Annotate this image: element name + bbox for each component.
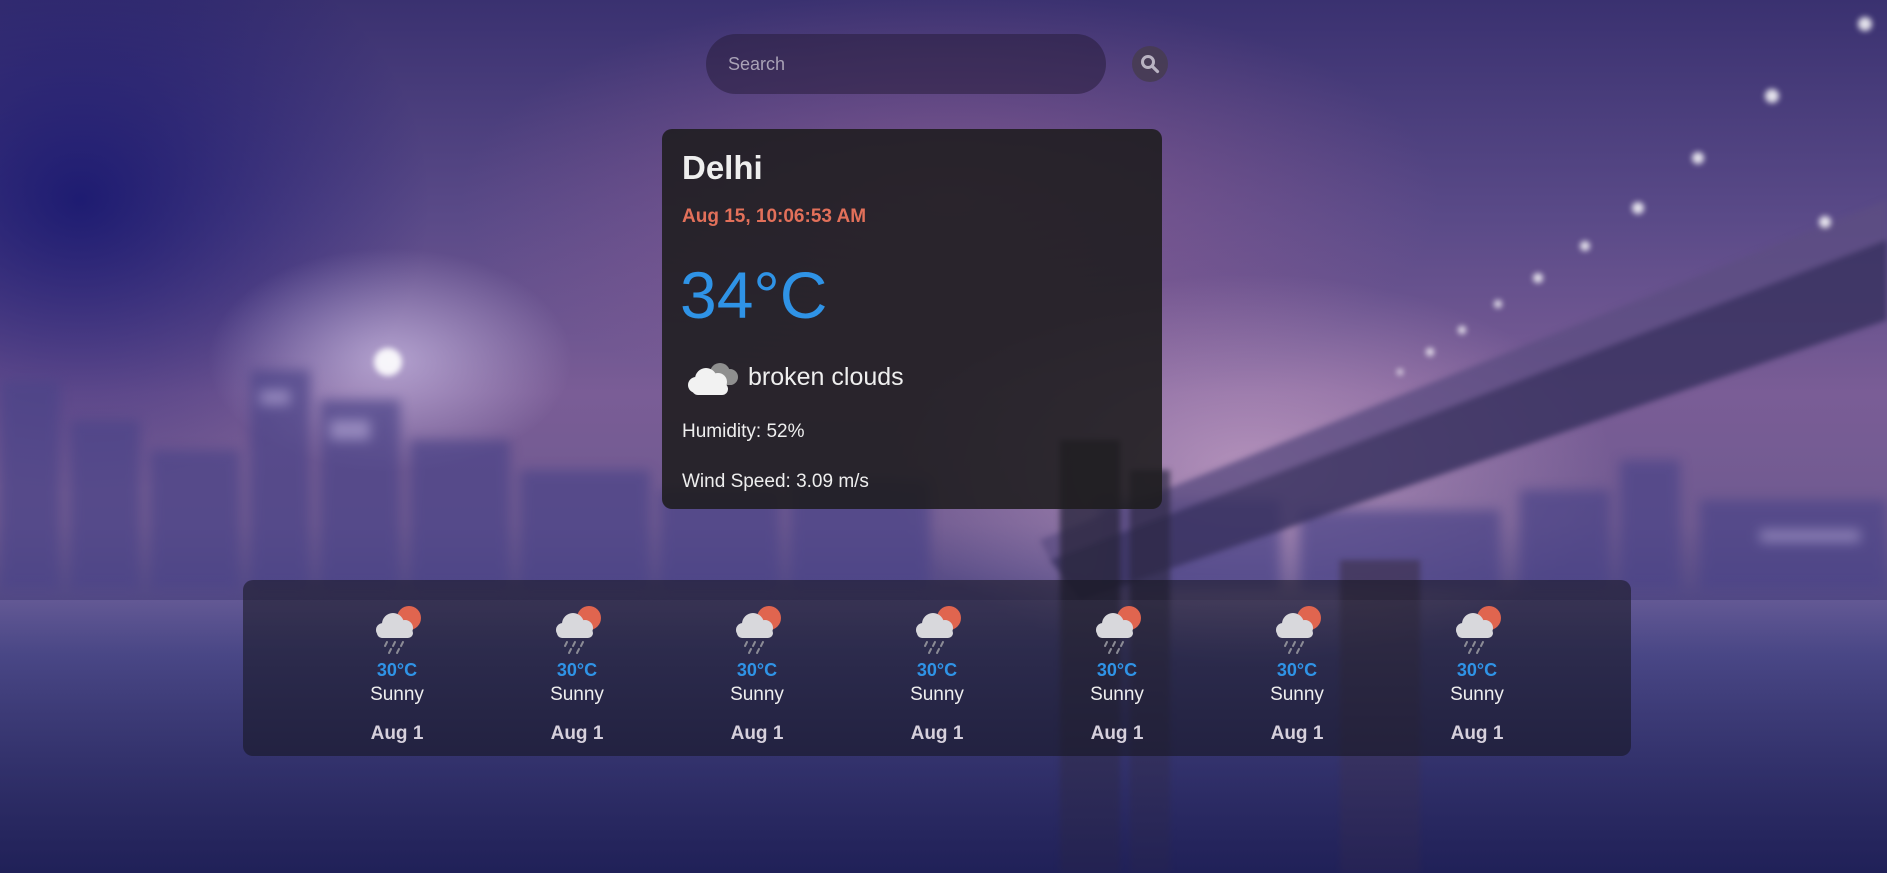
city-name: Delhi <box>682 149 763 186</box>
humidity-text: Humidity: 52% <box>682 421 805 442</box>
forecast-day: 30°C Sunny Aug 1 <box>1057 580 1177 756</box>
forecast-date: Aug 1 <box>370 723 424 744</box>
search-button[interactable] <box>1132 46 1168 82</box>
search-icon <box>1141 55 1160 74</box>
rain-sun-cloud-icon <box>1276 606 1321 654</box>
forecast-panel: 30°C Sunny Aug 1 30°C Sunny Aug 1 30°C S… <box>243 580 1631 756</box>
forecast-condition: Sunny <box>910 684 964 705</box>
forecast-temp: 30°C <box>1096 660 1138 680</box>
search-bar <box>706 34 1106 94</box>
forecast-day: 30°C Sunny Aug 1 <box>1237 580 1357 756</box>
forecast-temp: 30°C <box>556 660 598 680</box>
forecast-day: 30°C Sunny Aug 1 <box>337 580 457 756</box>
forecast-date: Aug 1 <box>550 723 604 744</box>
rain-sun-cloud-icon <box>916 606 961 654</box>
search-input[interactable] <box>706 34 1106 94</box>
forecast-condition: Sunny <box>730 684 784 705</box>
current-temperature: 34°C <box>680 258 828 332</box>
forecast-day: 30°C Sunny Aug 1 <box>517 580 637 756</box>
forecast-date: Aug 1 <box>1090 723 1144 744</box>
cloud-icon <box>688 363 738 395</box>
forecast-date: Aug 1 <box>910 723 964 744</box>
rain-sun-cloud-icon <box>1096 606 1141 654</box>
condition-row: broken clouds <box>686 357 904 397</box>
current-datetime: Aug 15, 10:06:53 AM <box>682 206 867 227</box>
wind-speed-text: Wind Speed: 3.09 m/s <box>682 471 869 492</box>
forecast-temp: 30°C <box>736 660 778 680</box>
forecast-temp: 30°C <box>376 660 418 680</box>
forecast-temp: 30°C <box>1456 660 1498 680</box>
forecast-date: Aug 1 <box>1270 723 1324 744</box>
forecast-condition: Sunny <box>1450 684 1504 705</box>
forecast-condition: Sunny <box>370 684 424 705</box>
rain-sun-cloud-icon <box>736 606 781 654</box>
rain-sun-cloud-icon <box>556 606 601 654</box>
condition-text: broken clouds <box>748 362 904 391</box>
forecast-day: 30°C Sunny Aug 1 <box>1417 580 1537 756</box>
forecast-condition: Sunny <box>1090 684 1144 705</box>
rain-sun-cloud-icon <box>1456 606 1501 654</box>
forecast-date: Aug 1 <box>730 723 784 744</box>
forecast-temp: 30°C <box>1276 660 1318 680</box>
current-weather-card: Delhi Aug 15, 10:06:53 AM 34°C broken cl… <box>662 129 1162 509</box>
forecast-condition: Sunny <box>1270 684 1324 705</box>
forecast-day: 30°C Sunny Aug 1 <box>697 580 817 756</box>
forecast-day: 30°C Sunny Aug 1 <box>877 580 997 756</box>
forecast-date: Aug 1 <box>1450 723 1504 744</box>
forecast-temp: 30°C <box>916 660 958 680</box>
rain-sun-cloud-icon <box>376 606 421 654</box>
forecast-condition: Sunny <box>550 684 604 705</box>
